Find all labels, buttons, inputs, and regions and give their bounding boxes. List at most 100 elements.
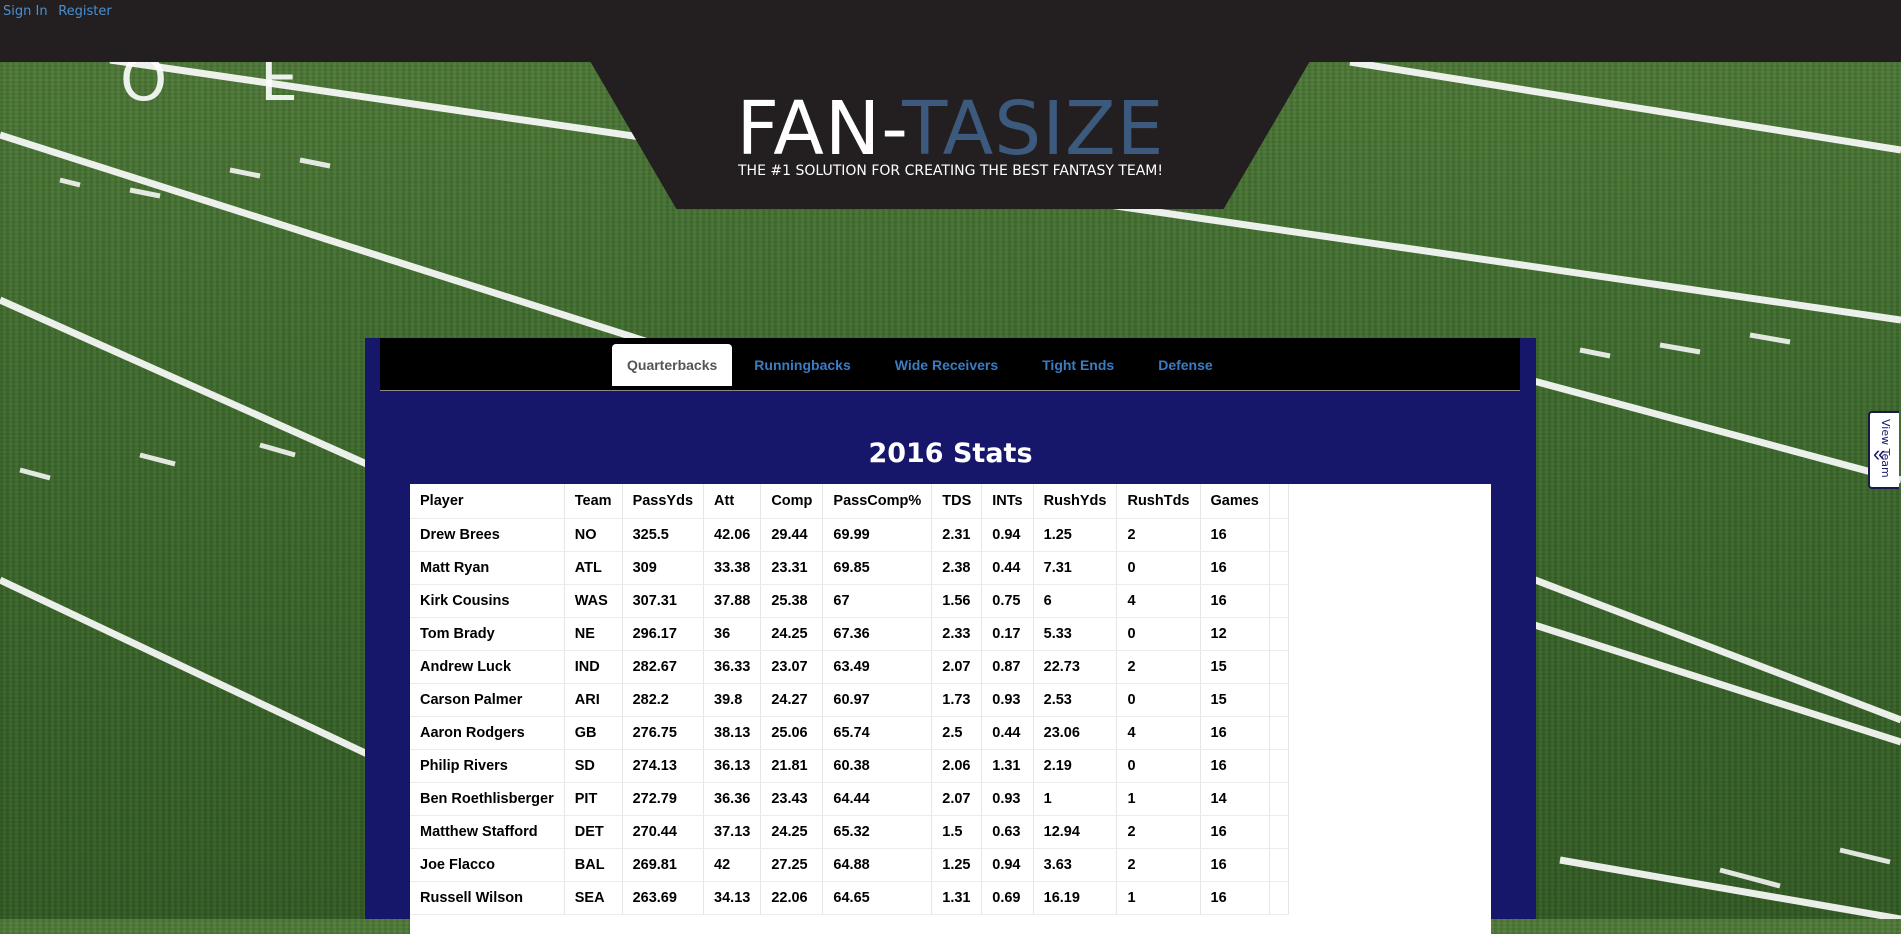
table-row[interactable]: Philip Rivers SD 274.13 36.13 21.81 60.38 2.06… <box>410 749 1289 783</box>
table-row[interactable]: Kirk Cousins WAS 307.31 37.88 25.38 67 1.56 0.7… <box>410 584 1289 618</box>
table-cell: 12.94 <box>1033 815 1118 849</box>
table-row[interactable]: Joe Flacco BAL 269.81 42 27.25 64.88 1.25 0.94 3… <box>410 848 1289 882</box>
table-cell: 29.44 <box>760 518 824 552</box>
table-cell: 7.31 <box>1033 551 1118 585</box>
tab-wide-receivers[interactable]: Wide Receivers <box>873 344 1020 386</box>
table-cell: 325.5 <box>622 518 705 552</box>
table-cell: 2 <box>1116 848 1201 882</box>
tab-defense[interactable]: Defense <box>1136 344 1234 386</box>
table-cell: 296.17 <box>622 617 705 651</box>
table-cell: 0 <box>1116 551 1201 585</box>
table-cell: 307.31 <box>622 584 705 618</box>
site-logo[interactable]: FAN-TASIZE <box>0 92 1901 166</box>
table-cell: 16 <box>1200 749 1270 783</box>
column-header-spacer <box>1269 484 1289 519</box>
table-cell: 2.07 <box>931 782 983 816</box>
column-header: Team <box>564 484 623 519</box>
column-header: Games <box>1200 484 1270 519</box>
table-cell: 23.06 <box>1033 716 1118 750</box>
table-cell: Joe Flacco <box>410 848 565 882</box>
stats-table-container[interactable]: Player Team PassYds Att Comp PassComp% TDS INTs… <box>410 484 1491 934</box>
table-cell-spacer <box>1269 617 1289 651</box>
table-cell: Andrew Luck <box>410 650 565 684</box>
table-cell: 309 <box>622 551 705 585</box>
table-cell: 2.5 <box>931 716 983 750</box>
table-cell: 63.49 <box>822 650 933 684</box>
table-cell: 22.73 <box>1033 650 1118 684</box>
sign-in-link[interactable]: Sign In <box>3 4 48 19</box>
table-cell: 2.07 <box>931 650 983 684</box>
table-cell: 0 <box>1116 749 1201 783</box>
stats-title: 2016 Stats <box>868 438 1033 469</box>
table-cell: 25.06 <box>760 716 824 750</box>
table-cell: 14 <box>1200 782 1270 816</box>
table-row[interactable]: Matthew Stafford DET 270.44 37.13 24.25 65.32… <box>410 815 1289 849</box>
table-cell: 276.75 <box>622 716 705 750</box>
table-cell: 6 <box>1033 584 1118 618</box>
table-cell: 2.31 <box>931 518 983 552</box>
table-cell: 24.25 <box>760 617 824 651</box>
table-cell: 25.38 <box>760 584 824 618</box>
top-bar: Sign In Register <box>0 0 1901 62</box>
position-tabs: Quarterbacks Runningbacks Wide Receivers… <box>612 344 1235 386</box>
table-cell: 69.99 <box>822 518 933 552</box>
table-cell: 272.79 <box>622 782 705 816</box>
column-header: INTs <box>981 484 1034 519</box>
table-cell-spacer <box>1269 650 1289 684</box>
table-cell-spacer <box>1269 584 1289 618</box>
table-row[interactable]: Carson Palmer ARI 282.2 39.8 24.27 60.97 1.73 0… <box>410 683 1289 717</box>
table-cell: 4 <box>1116 716 1201 750</box>
table-cell: 21.81 <box>760 749 824 783</box>
table-cell: GB <box>564 716 623 750</box>
table-row[interactable]: Tom Brady NE 296.17 36 24.25 67.36 2.33 0.17 5.3… <box>410 617 1289 651</box>
table-row[interactable]: Drew Brees NO 325.5 42.06 29.44 69.99 2.31 0.94… <box>410 518 1289 552</box>
column-header: Player <box>410 484 565 519</box>
table-cell: 0.63 <box>981 815 1034 849</box>
table-row[interactable]: Russell Wilson SEA 263.69 34.13 22.06 64.65 1.… <box>410 881 1289 915</box>
table-cell: 0.69 <box>981 881 1034 915</box>
table-cell: 42 <box>703 848 762 882</box>
table-cell: 60.97 <box>822 683 933 717</box>
table-cell: NE <box>564 617 623 651</box>
table-row[interactable]: Aaron Rodgers GB 276.75 38.13 25.06 65.74 2.5 0… <box>410 716 1289 750</box>
table-cell: 16 <box>1200 848 1270 882</box>
table-cell-spacer <box>1269 815 1289 849</box>
table-cell: 1.25 <box>1033 518 1118 552</box>
table-cell: ARI <box>564 683 623 717</box>
tab-runningbacks[interactable]: Runningbacks <box>732 344 872 386</box>
table-cell: 0.44 <box>981 716 1034 750</box>
table-cell: Ben Roethlisberger <box>410 782 565 816</box>
table-row[interactable]: Andrew Luck IND 282.67 36.33 23.07 63.49 2.07 0… <box>410 650 1289 684</box>
table-cell: 22.06 <box>760 881 824 915</box>
table-cell: 1.73 <box>931 683 983 717</box>
table-cell: 1.31 <box>981 749 1034 783</box>
table-cell: 0.87 <box>981 650 1034 684</box>
view-team-button[interactable]: View Team « <box>1868 411 1899 489</box>
table-cell: 64.88 <box>822 848 933 882</box>
table-row[interactable]: Ben Roethlisberger PIT 272.79 36.36 23.43 64.… <box>410 782 1289 816</box>
site-tagline: THE #1 SOLUTION FOR CREATING THE BEST FA… <box>737 163 1163 179</box>
table-cell: 23.07 <box>760 650 824 684</box>
table-cell: 16 <box>1200 881 1270 915</box>
register-link[interactable]: Register <box>58 4 112 19</box>
column-header: Comp <box>760 484 824 519</box>
table-cell: 2 <box>1116 650 1201 684</box>
table-cell: 2.06 <box>931 749 983 783</box>
position-tabs-bar: Quarterbacks Runningbacks Wide Receivers… <box>380 338 1520 391</box>
tab-tight-ends[interactable]: Tight Ends <box>1020 344 1136 386</box>
table-cell: 1 <box>1116 782 1201 816</box>
table-cell: 16 <box>1200 716 1270 750</box>
table-cell: 2.53 <box>1033 683 1118 717</box>
table-cell: DET <box>564 815 623 849</box>
table-cell: 36.36 <box>703 782 762 816</box>
table-row[interactable]: Matt Ryan ATL 309 33.38 23.31 69.85 2.38 0.44 7.… <box>410 551 1289 585</box>
table-cell: 60.38 <box>822 749 933 783</box>
table-cell: SEA <box>564 881 623 915</box>
table-cell: 2.19 <box>1033 749 1118 783</box>
table-cell: Russell Wilson <box>410 881 565 915</box>
column-header: Att <box>703 484 762 519</box>
table-cell: 3.63 <box>1033 848 1118 882</box>
table-cell: PIT <box>564 782 623 816</box>
table-cell: 2.38 <box>931 551 983 585</box>
tab-quarterbacks[interactable]: Quarterbacks <box>612 344 733 386</box>
